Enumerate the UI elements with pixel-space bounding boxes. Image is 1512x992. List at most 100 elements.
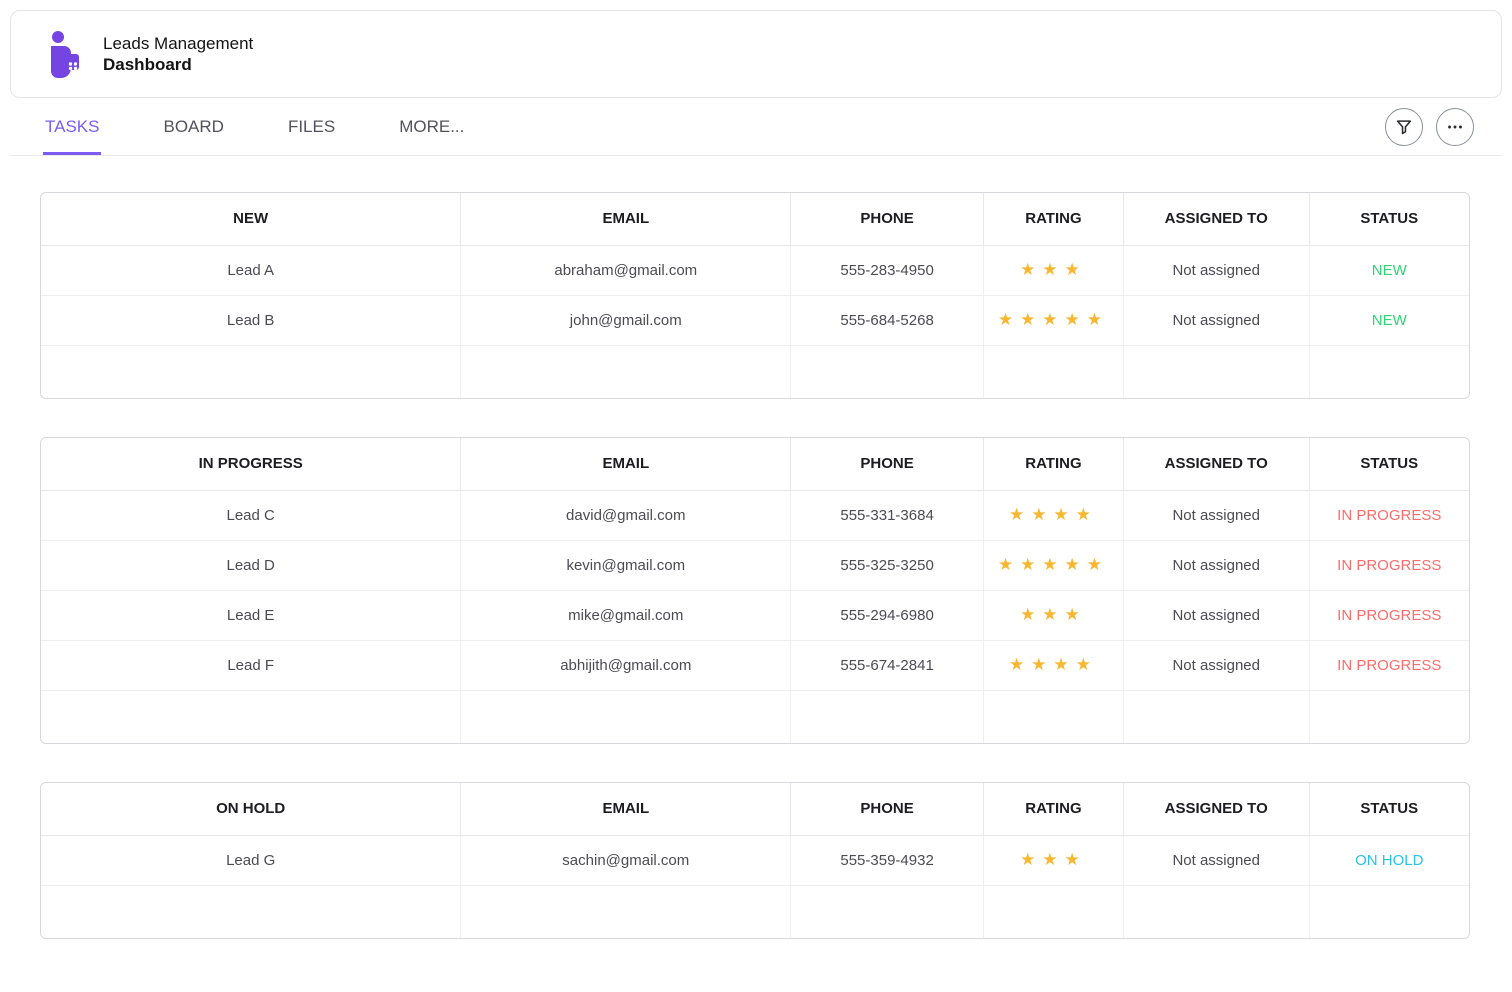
column-header: ASSIGNED TO xyxy=(1123,783,1309,835)
leads-table-new: NEWEMAILPHONERATINGASSIGNED TOSTATUSLead… xyxy=(40,192,1470,399)
table-row[interactable]: Lead Gsachin@gmail.com555-359-4932★★★Not… xyxy=(41,835,1469,885)
phone-cell: 555-325-3250 xyxy=(791,540,984,590)
phone-cell: 555-684-5268 xyxy=(791,295,984,345)
assigned-cell: Not assigned xyxy=(1123,490,1309,540)
assigned-cell: Not assigned xyxy=(1123,245,1309,295)
status-cell: NEW xyxy=(1309,245,1469,295)
phone-cell: 555-674-2841 xyxy=(791,640,984,690)
email-cell: abraham@gmail.com xyxy=(461,245,791,295)
lead-name-cell: Lead C xyxy=(41,490,461,540)
empty-cell xyxy=(461,345,791,398)
phone-cell: 555-359-4932 xyxy=(791,835,984,885)
column-header: RATING xyxy=(983,438,1123,490)
ellipsis-icon xyxy=(1445,117,1465,137)
status-cell: IN PROGRESS xyxy=(1309,540,1469,590)
table-row[interactable]: Lead Emike@gmail.com555-294-6980 ★★★ Not a… xyxy=(41,590,1469,640)
empty-cell xyxy=(461,885,791,938)
table-header-row: IN PROGRESSEMAILPHONERATINGASSIGNED TOST… xyxy=(41,438,1469,490)
empty-cell xyxy=(1123,885,1309,938)
empty-cell xyxy=(791,885,984,938)
leads-table: NEWEMAILPHONERATINGASSIGNED TOSTATUSLead… xyxy=(41,193,1469,398)
leads-table: IN PROGRESS EMAILPHONERATINGASSIGNED TOST… xyxy=(41,438,1469,743)
empty-cell xyxy=(41,885,461,938)
status-cell: IN PROGRESS xyxy=(1309,640,1469,690)
person-logo-icon xyxy=(43,30,85,78)
table-header-row: ON HOLDEMAILPHONERATINGASSIGNED TOSTATUS xyxy=(41,783,1469,835)
app-title-line2: Dashboard xyxy=(103,54,253,75)
email-cell: kevin@gmail.com xyxy=(461,540,791,590)
column-header: STATUS xyxy=(1309,193,1469,245)
tab-files[interactable]: FILES xyxy=(286,98,337,155)
rating-cell: ★★★★ xyxy=(983,490,1123,540)
empty-row xyxy=(41,690,1469,743)
lead-name-cell: Lead E xyxy=(41,590,461,640)
empty-cell xyxy=(1123,345,1309,398)
column-header: PHONE xyxy=(791,783,984,835)
rating-cell: ★★★★★ xyxy=(983,540,1123,590)
lead-name-cell: Lead F xyxy=(41,640,461,690)
tabs-bar: TASKS BOARD FILES MORE... xyxy=(10,98,1502,156)
lead-name-cell: Lead G xyxy=(41,835,461,885)
column-header: NEW xyxy=(41,193,461,245)
column-header: EMAIL xyxy=(461,783,791,835)
column-header: PHONE xyxy=(791,438,984,490)
empty-cell xyxy=(41,345,461,398)
app-title-line1: Leads Management xyxy=(103,33,253,54)
more-options-button[interactable] xyxy=(1436,108,1474,146)
leads-table: ON HOLDEMAILPHONERATINGASSIGNED TOSTATUS… xyxy=(41,783,1469,938)
app-header: Leads Management Dashboard xyxy=(10,10,1502,98)
empty-row xyxy=(41,885,1469,938)
column-header: RATING xyxy=(983,783,1123,835)
empty-cell xyxy=(983,345,1123,398)
filter-icon xyxy=(1394,117,1414,137)
empty-cell xyxy=(1309,345,1469,398)
empty-cell xyxy=(791,690,984,743)
assigned-cell: Not assigned xyxy=(1123,540,1309,590)
empty-cell xyxy=(983,690,1123,743)
status-cell: NEW xyxy=(1309,295,1469,345)
rating-stars: ★★★ xyxy=(1020,260,1087,279)
email-cell: david@gmail.com xyxy=(461,490,791,540)
rating-stars: ★★★★ xyxy=(1009,505,1098,524)
leads-table-in-progress: IN PROGRESS EMAILPHONERATINGASSIGNED TOST… xyxy=(40,437,1470,744)
column-header: ASSIGNED TO xyxy=(1123,438,1309,490)
table-row[interactable]: Lead Fabhijith@gmail.com555-674-2841 ★★★★… xyxy=(41,640,1469,690)
lead-name-cell: Lead A xyxy=(41,245,461,295)
email-cell: abhijith@gmail.com xyxy=(461,640,791,690)
empty-cell xyxy=(1309,690,1469,743)
rating-cell: ★★★ xyxy=(983,590,1123,640)
phone-cell: 555-294-6980 xyxy=(791,590,984,640)
empty-cell xyxy=(1123,690,1309,743)
rating-stars: ★★★★★ xyxy=(998,310,1109,329)
rating-stars: ★★★★ xyxy=(1009,655,1098,674)
rating-cell: ★★★ xyxy=(983,835,1123,885)
phone-cell: 555-283-4950 xyxy=(791,245,984,295)
table-row[interactable]: Lead Aabraham@gmail.com555-283-4950 ★★★ No… xyxy=(41,245,1469,295)
column-header: EMAIL xyxy=(461,438,791,490)
rating-cell: ★★★ xyxy=(983,245,1123,295)
email-cell: mike@gmail.com xyxy=(461,590,791,640)
table-row[interactable]: Lead Bjohn@gmail.com555-684-5268 ★★★★★ Not… xyxy=(41,295,1469,345)
table-row[interactable]: Lead Cdavid@gmail.com555-331-3684★★★★Not… xyxy=(41,490,1469,540)
rating-stars: ★★★ xyxy=(1020,850,1087,869)
rating-stars: ★★★ xyxy=(1020,605,1087,624)
app-title: Leads Management Dashboard xyxy=(103,33,253,76)
tab-board[interactable]: BOARD xyxy=(161,98,225,155)
status-cell: IN PROGRESS xyxy=(1309,590,1469,640)
assigned-cell: Not assigned xyxy=(1123,590,1309,640)
lead-name-cell: Lead B xyxy=(41,295,461,345)
filter-button[interactable] xyxy=(1385,108,1423,146)
table-row[interactable]: Lead Dkevin@gmail.com555-325-3250★★★★★No… xyxy=(41,540,1469,590)
assigned-cell: Not assigned xyxy=(1123,640,1309,690)
empty-cell xyxy=(983,885,1123,938)
column-header: STATUS xyxy=(1309,438,1469,490)
empty-row xyxy=(41,345,1469,398)
leads-table-on-hold: ON HOLDEMAILPHONERATINGASSIGNED TOSTATUS… xyxy=(40,782,1470,939)
assigned-cell: Not assigned xyxy=(1123,295,1309,345)
column-header: STATUS xyxy=(1309,783,1469,835)
assigned-cell: Not assigned xyxy=(1123,835,1309,885)
table-header-row: NEWEMAILPHONERATINGASSIGNED TOSTATUS xyxy=(41,193,1469,245)
tab-tasks[interactable]: TASKS xyxy=(43,98,101,155)
email-cell: john@gmail.com xyxy=(461,295,791,345)
tab-more[interactable]: MORE... xyxy=(397,98,466,155)
